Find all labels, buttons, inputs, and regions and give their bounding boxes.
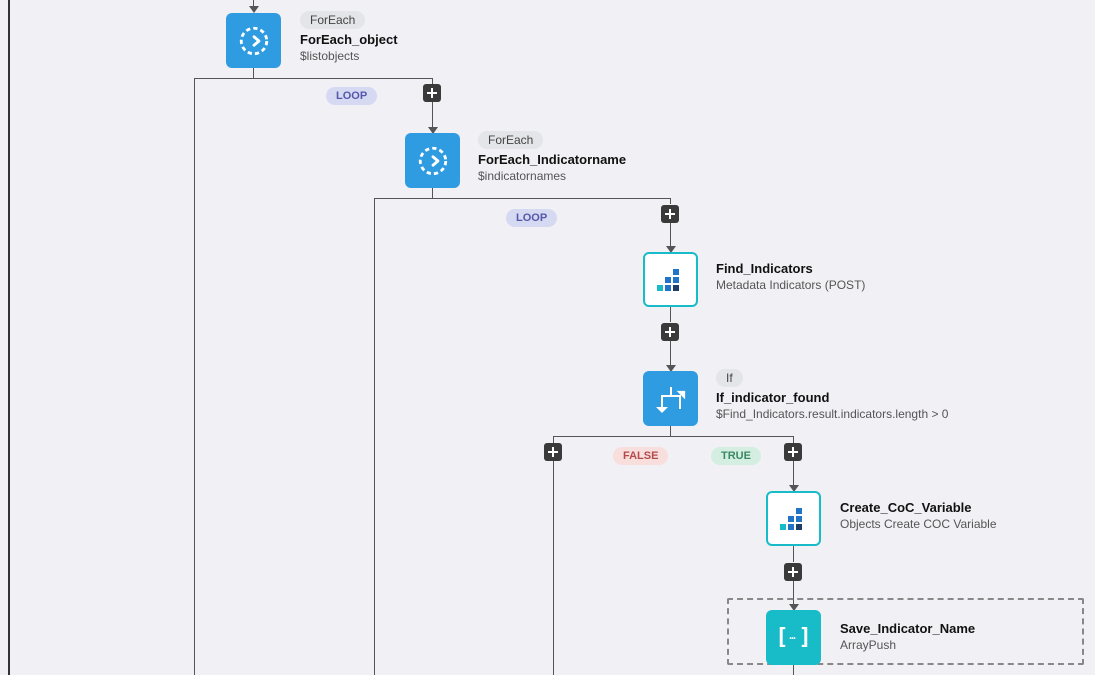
bar-chart-icon xyxy=(657,269,685,291)
add-step-button[interactable] xyxy=(544,443,562,461)
node-if-indicator-found[interactable] xyxy=(643,371,698,426)
add-step-button[interactable] xyxy=(661,323,679,341)
add-step-button[interactable] xyxy=(423,84,441,102)
node-subtitle: ArrayPush xyxy=(840,638,975,652)
node-subtitle: $indicatornames xyxy=(478,169,626,183)
node-subtitle: $Find_Indicators.result.indicators.lengt… xyxy=(716,407,948,421)
node-subtitle: Objects Create COC Variable xyxy=(840,517,997,531)
loop-icon xyxy=(237,24,271,58)
array-icon: […] xyxy=(775,625,812,650)
add-step-button[interactable] xyxy=(784,563,802,581)
false-label: FALSE xyxy=(613,446,668,465)
node-foreach-object[interactable] xyxy=(226,13,281,68)
true-label: TRUE xyxy=(711,446,761,465)
loop-label: LOOP xyxy=(326,86,377,105)
bar-chart-icon xyxy=(780,508,808,530)
node-title: ForEach_Indicatorname xyxy=(478,152,626,167)
loop-icon xyxy=(416,144,450,178)
node-subtitle: Metadata Indicators (POST) xyxy=(716,278,865,292)
add-step-button[interactable] xyxy=(661,205,679,223)
node-title: Create_CoC_Variable xyxy=(840,500,997,515)
node-type-badge: ForEach xyxy=(478,131,543,149)
node-title: Find_Indicators xyxy=(716,261,865,276)
node-subtitle: $listobjects xyxy=(300,49,398,63)
node-title: ForEach_object xyxy=(300,32,398,47)
node-save-indicator-name[interactable]: […] xyxy=(766,610,821,665)
node-create-coc-variable[interactable] xyxy=(766,491,821,546)
node-foreach-indicator[interactable] xyxy=(405,133,460,188)
branch-icon xyxy=(657,387,685,411)
left-border-bar xyxy=(8,0,10,675)
loop-label: LOOP xyxy=(506,208,557,227)
node-find-indicators[interactable] xyxy=(643,252,698,307)
node-title: If_indicator_found xyxy=(716,390,948,405)
node-title: Save_Indicator_Name xyxy=(840,621,975,636)
node-type-badge: ForEach xyxy=(300,11,365,29)
add-step-button[interactable] xyxy=(784,443,802,461)
node-type-badge: If xyxy=(716,369,743,387)
